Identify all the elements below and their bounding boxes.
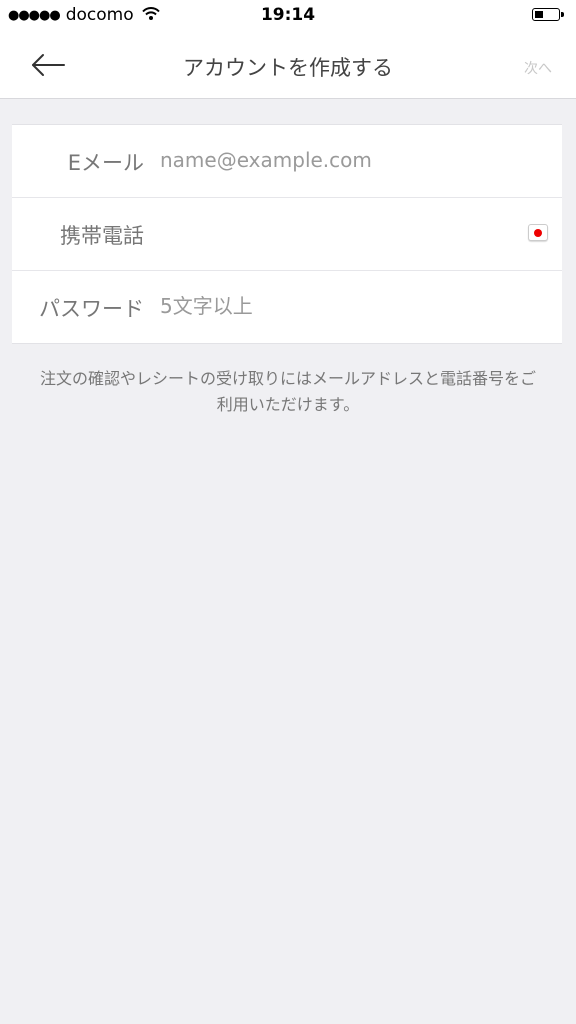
next-button[interactable]: 次へ	[524, 58, 552, 78]
page-title: アカウントを作成する	[183, 56, 393, 80]
battery-icon	[532, 8, 564, 21]
email-field[interactable]	[158, 141, 542, 179]
password-label: パスワード	[39, 297, 144, 321]
password-field[interactable]	[158, 287, 542, 325]
flag-circle	[534, 228, 542, 237]
password-row: パスワード	[12, 271, 562, 343]
info-note: 注文の確認やレシートの受け取りにはメールアドレスと電話番号をご利用いただけます。	[40, 369, 537, 414]
japan-flag-icon[interactable]	[528, 224, 548, 241]
navigation-bar: アカウントを作成する 次へ	[0, 32, 576, 99]
status-time: 19:14	[260, 5, 316, 25]
phone-row: 携帯電話	[12, 198, 562, 271]
phone-label: 携帯電話	[60, 224, 144, 248]
phone-field[interactable]	[158, 214, 510, 252]
signup-form: Eメール 携帯電話 パスワード	[12, 124, 562, 344]
status-bar: ●●●●● docomo 19:14	[0, 0, 576, 32]
battery-level	[535, 11, 543, 18]
email-label: Eメール	[67, 151, 144, 175]
email-row: Eメール	[12, 125, 562, 198]
